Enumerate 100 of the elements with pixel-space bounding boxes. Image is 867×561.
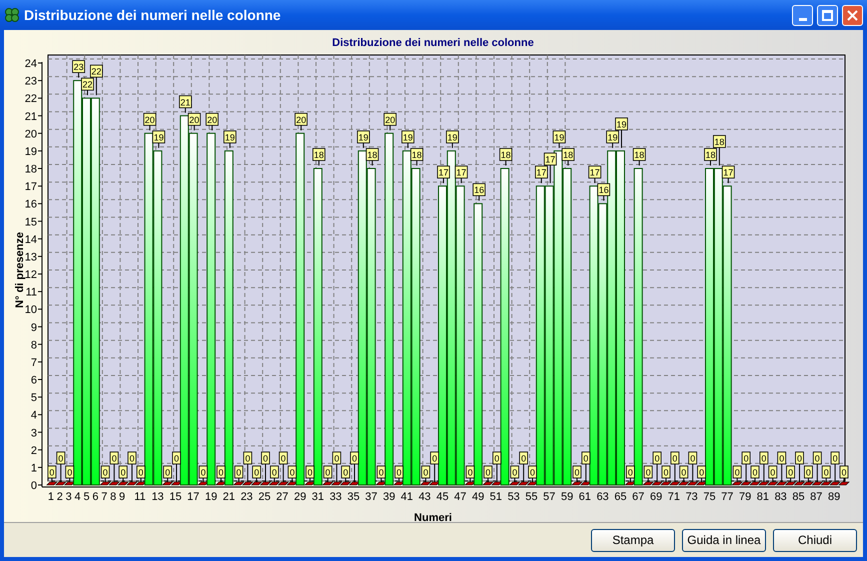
x-tick-label: 29 — [294, 491, 306, 503]
x-tick-label: 27 — [276, 491, 288, 503]
x-tick-label: 65 — [614, 491, 627, 503]
value-label: 0 — [697, 466, 706, 482]
x-tick-label: 1 — [48, 491, 54, 503]
data-label: 16 — [474, 185, 484, 196]
x-tick-label: 49 — [472, 491, 484, 503]
data-label: 0 — [512, 468, 518, 478]
value-label: 0 — [110, 452, 119, 482]
value-label: 20 — [206, 112, 218, 131]
x-tick-label: 61 — [578, 491, 592, 503]
data-label: 0 — [485, 468, 491, 478]
x-tick-label: 35 — [347, 491, 360, 503]
y-tick-label: 13 — [24, 251, 37, 264]
x-tick-label: 15 — [169, 491, 182, 503]
data-label: 0 — [378, 468, 384, 478]
value-label: 0 — [278, 452, 288, 482]
x-tick-label: 83 — [774, 491, 787, 503]
data-label: 23 — [74, 62, 84, 72]
value-label: 0 — [128, 452, 136, 482]
x-tick-label: 37 — [365, 491, 378, 503]
value-label: 0 — [750, 466, 760, 482]
data-label: 0 — [744, 454, 749, 464]
value-label: 18 — [312, 148, 326, 166]
data-label: 20 — [189, 114, 200, 125]
value-label: 19 — [446, 130, 459, 148]
y-tick-label: 1 — [30, 462, 37, 474]
y-tick-label: 20 — [24, 128, 37, 140]
value-label: 0 — [252, 466, 261, 482]
x-tick-label: 57 — [543, 491, 556, 503]
data-label: 0 — [628, 468, 633, 478]
value-label: 0 — [786, 466, 795, 482]
data-label: 18 — [500, 150, 511, 160]
push-button[interactable]: Chiudi — [773, 528, 857, 552]
value-label: 0 — [56, 452, 66, 482]
close-button[interactable] — [842, 4, 863, 26]
data-label: 20 — [296, 114, 306, 125]
value-label: 0 — [323, 466, 332, 482]
data-label: 19 — [358, 132, 368, 142]
data-label: 0 — [494, 454, 500, 464]
data-label: 20 — [207, 114, 218, 125]
data-label: 0 — [396, 468, 402, 478]
maximize-button[interactable] — [817, 4, 838, 26]
push-button[interactable]: Stampa — [591, 528, 675, 552]
data-label: 0 — [200, 468, 206, 478]
value-label: 22 — [81, 78, 94, 96]
data-label: 0 — [174, 454, 180, 464]
value-label: 0 — [261, 452, 270, 482]
value-label: 20 — [143, 112, 156, 131]
value-label: 0 — [572, 466, 582, 482]
data-label: 0 — [734, 468, 740, 478]
y-tick-label: 15 — [24, 216, 37, 228]
x-tick-label: 75 — [703, 491, 716, 503]
value-label: 0 — [670, 452, 680, 482]
data-label: 0 — [699, 468, 704, 478]
data-label: 19 — [154, 132, 164, 142]
x-tick-label: 69 — [650, 491, 662, 503]
minimize-button[interactable] — [792, 4, 813, 26]
value-label: 0 — [582, 452, 590, 482]
value-label: 0 — [430, 452, 439, 482]
value-label: 18 — [632, 148, 646, 166]
y-tick-label: 2 — [30, 444, 37, 457]
x-tick-label: 41 — [400, 491, 414, 503]
value-label: 0 — [492, 452, 502, 482]
data-label: 0 — [102, 468, 108, 478]
value-label: 0 — [198, 466, 208, 482]
y-tick-label: 14 — [24, 234, 37, 246]
value-label: 0 — [421, 466, 430, 482]
x-tick-label: 43 — [418, 491, 431, 503]
data-label: 19 — [554, 132, 564, 142]
x-tick-label: 87 — [810, 491, 822, 503]
data-label: 0 — [788, 468, 794, 478]
value-label: 19 — [606, 130, 619, 148]
data-label: 0 — [806, 468, 811, 478]
value-label: 21 — [179, 95, 192, 114]
data-label: 0 — [752, 468, 758, 478]
value-label: 0 — [626, 466, 635, 482]
x-tick-label: 79 — [738, 491, 752, 503]
data-label: 0 — [218, 468, 224, 478]
data-label: 21 — [180, 97, 190, 108]
data-label: 0 — [779, 454, 784, 464]
data-label: 0 — [129, 454, 135, 464]
data-label: 19 — [447, 132, 458, 142]
y-tick-label: 5 — [30, 392, 37, 404]
data-label: 0 — [165, 468, 170, 478]
push-button[interactable]: Guida in linea — [682, 528, 766, 552]
data-label: 0 — [112, 454, 117, 464]
x-tick-label: 85 — [792, 491, 805, 503]
clover-icon — [4, 7, 20, 23]
y-axis-title: N° di presenze — [14, 232, 26, 308]
value-label: 0 — [48, 466, 56, 482]
value-label: 0 — [822, 466, 831, 482]
value-label: 0 — [163, 466, 172, 482]
data-label: 18 — [563, 150, 574, 160]
data-label: 0 — [530, 468, 536, 478]
y-tick-label: 6 — [30, 374, 37, 386]
x-tick-label: 59 — [560, 491, 574, 503]
x-tick-label: 8 — [110, 491, 116, 503]
data-label: 18 — [412, 150, 422, 160]
value-label: 0 — [234, 466, 244, 482]
